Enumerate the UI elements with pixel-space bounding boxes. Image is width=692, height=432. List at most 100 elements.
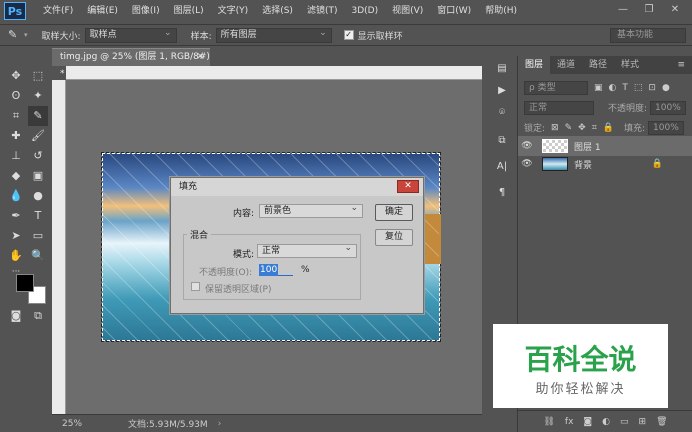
eraser-tool-icon[interactable]: ◆: [6, 166, 26, 186]
magic-wand-tool-icon[interactable]: ✦: [28, 86, 48, 106]
tab-paths[interactable]: 路径: [582, 56, 614, 74]
lock-artboard-icon[interactable]: ⌗: [592, 123, 597, 133]
tab-styles[interactable]: 样式: [614, 56, 646, 74]
document-tab[interactable]: timg.jpg @ 25% (图层 1, RGB/8#) * ✕: [52, 48, 210, 79]
workspace-select[interactable]: 基本功能: [610, 28, 686, 43]
shape-tool-icon[interactable]: ▭: [28, 226, 48, 246]
menu-file[interactable]: 文件(F): [36, 0, 80, 22]
layer-style-icon[interactable]: fx: [565, 417, 574, 427]
horizontal-ruler: [66, 66, 482, 80]
tab-layers[interactable]: 图层: [518, 56, 551, 74]
opacity-input[interactable]: 100: [259, 264, 293, 276]
layer-opacity-input[interactable]: 100%: [650, 100, 687, 115]
history-panel-icon[interactable]: ▤: [492, 60, 512, 78]
adjustment-layer-icon[interactable]: ◐: [602, 417, 610, 427]
type-tool-icon[interactable]: T: [28, 206, 48, 226]
panel-menu-icon[interactable]: ≡: [677, 56, 685, 74]
preserve-transparency-checkbox[interactable]: [191, 282, 200, 291]
clone-source-icon[interactable]: ⧉: [492, 132, 512, 150]
filter-toggle-icon[interactable]: ●: [662, 83, 670, 93]
menu-view[interactable]: 视图(V): [385, 0, 430, 22]
lock-transparent-icon[interactable]: ⊠: [551, 123, 559, 133]
content-select[interactable]: 前景色: [259, 202, 363, 218]
quick-mask-icon[interactable]: ◙: [6, 306, 26, 326]
menu-help[interactable]: 帮助(H): [478, 0, 524, 22]
dialog-close-button[interactable]: ✕: [397, 180, 419, 193]
show-ring-checkbox[interactable]: ✓: [343, 30, 354, 40]
layer-name: 背景: [574, 160, 593, 171]
type-filter-icon[interactable]: T: [622, 83, 628, 93]
lasso-tool-icon[interactable]: ʘ: [6, 86, 26, 106]
close-window-button[interactable]: ✕: [662, 2, 688, 18]
sample-size-label: 取样大小:: [41, 31, 81, 42]
paragraph-panel-icon[interactable]: ¶: [492, 184, 512, 202]
menu-select[interactable]: 选择(S): [255, 0, 300, 22]
preserve-transparency-label: 保留透明区域(P): [205, 285, 272, 295]
layer-thumbnail: [542, 139, 568, 153]
menu-3d[interactable]: 3D(D): [344, 0, 385, 22]
adjustment-filter-icon[interactable]: ◐: [609, 83, 617, 93]
close-icon[interactable]: ✕: [196, 49, 204, 66]
new-layer-icon[interactable]: ⊞: [639, 417, 647, 427]
foreground-color-swatch[interactable]: [16, 274, 34, 292]
link-layers-icon[interactable]: ⛓: [543, 417, 554, 427]
menu-filter[interactable]: 滤镜(T): [300, 0, 345, 22]
add-mask-icon[interactable]: ◙: [583, 417, 592, 427]
menu-window[interactable]: 窗口(W): [430, 0, 478, 22]
menu-edit[interactable]: 编辑(E): [80, 0, 125, 22]
chevron-right-icon[interactable]: ›: [218, 419, 222, 429]
lock-pixels-icon[interactable]: ✎: [565, 123, 573, 133]
menu-image[interactable]: 图像(I): [125, 0, 167, 22]
chevron-down-icon[interactable]: ▾: [24, 31, 28, 39]
opacity-label: 不透明度(O):: [199, 268, 253, 278]
history-brush-icon[interactable]: ↺: [28, 146, 48, 166]
watermark-logo: 百科全说 助你轻松解决: [493, 324, 668, 408]
dodge-tool-icon[interactable]: ●: [28, 186, 48, 206]
blend-mode-select[interactable]: 正常: [524, 100, 594, 115]
visibility-eye-icon[interactable]: 👁: [518, 141, 536, 151]
lock-position-icon[interactable]: ✥: [578, 123, 586, 133]
gradient-tool-icon[interactable]: ▣: [28, 166, 48, 186]
image-filter-icon[interactable]: ▣: [594, 83, 603, 93]
tab-channels[interactable]: 通道: [550, 56, 582, 74]
new-group-icon[interactable]: ▭: [620, 417, 629, 427]
eyedropper-tool-icon[interactable]: ✎: [28, 106, 48, 126]
healing-tool-icon[interactable]: ✚: [6, 126, 26, 146]
crop-tool-icon[interactable]: ⌗: [6, 106, 26, 126]
path-select-tool-icon[interactable]: ➤: [6, 226, 26, 246]
visibility-eye-icon[interactable]: 👁: [518, 159, 536, 169]
layer-row[interactable]: 👁 图层 1: [518, 136, 692, 156]
move-tool-icon[interactable]: ✥: [6, 66, 26, 86]
shape-filter-icon[interactable]: ⬚: [634, 83, 643, 93]
layer-row[interactable]: 👁 背景 🔒: [518, 154, 692, 174]
ok-button[interactable]: 确定: [375, 204, 413, 221]
sample-size-select[interactable]: 取样点: [84, 27, 177, 43]
layer-name: 图层 1: [574, 142, 601, 153]
zoom-level[interactable]: 25%: [52, 419, 112, 429]
delete-layer-icon[interactable]: 🗑: [656, 417, 667, 427]
character-panel-icon[interactable]: A|: [492, 158, 512, 176]
reset-button[interactable]: 复位: [375, 229, 413, 246]
stamp-tool-icon[interactable]: ⊥: [6, 146, 26, 166]
blur-tool-icon[interactable]: 💧: [6, 186, 26, 206]
menu-layer[interactable]: 图层(L): [167, 0, 211, 22]
minimize-button[interactable]: —: [610, 2, 636, 18]
opacity-unit: %: [301, 265, 310, 275]
lock-all-icon[interactable]: 🔒: [603, 123, 614, 133]
opacity-value: 100: [259, 264, 279, 276]
screen-mode-icon[interactable]: ⧉: [28, 306, 48, 326]
mode-select[interactable]: 正常: [257, 242, 357, 258]
zoom-tool-icon[interactable]: 🔍: [28, 246, 48, 266]
kind-filter-select[interactable]: ρ 类型: [524, 80, 588, 95]
restore-button[interactable]: ❐: [636, 2, 662, 18]
pen-tool-icon[interactable]: ✒: [6, 206, 26, 226]
menu-type[interactable]: 文字(Y): [211, 0, 256, 22]
layer-fill-input[interactable]: 100%: [648, 120, 685, 135]
marquee-tool-icon[interactable]: ⬚: [28, 66, 48, 86]
properties-panel-icon[interactable]: ⌾: [492, 104, 512, 122]
brush-tool-icon[interactable]: 🖌: [28, 126, 48, 146]
eyedropper-icon[interactable]: ✎: [8, 28, 22, 42]
actions-panel-icon[interactable]: ▶: [492, 82, 512, 100]
sample-select[interactable]: 所有图层: [215, 27, 332, 43]
smart-object-filter-icon[interactable]: ⊡: [648, 83, 656, 93]
